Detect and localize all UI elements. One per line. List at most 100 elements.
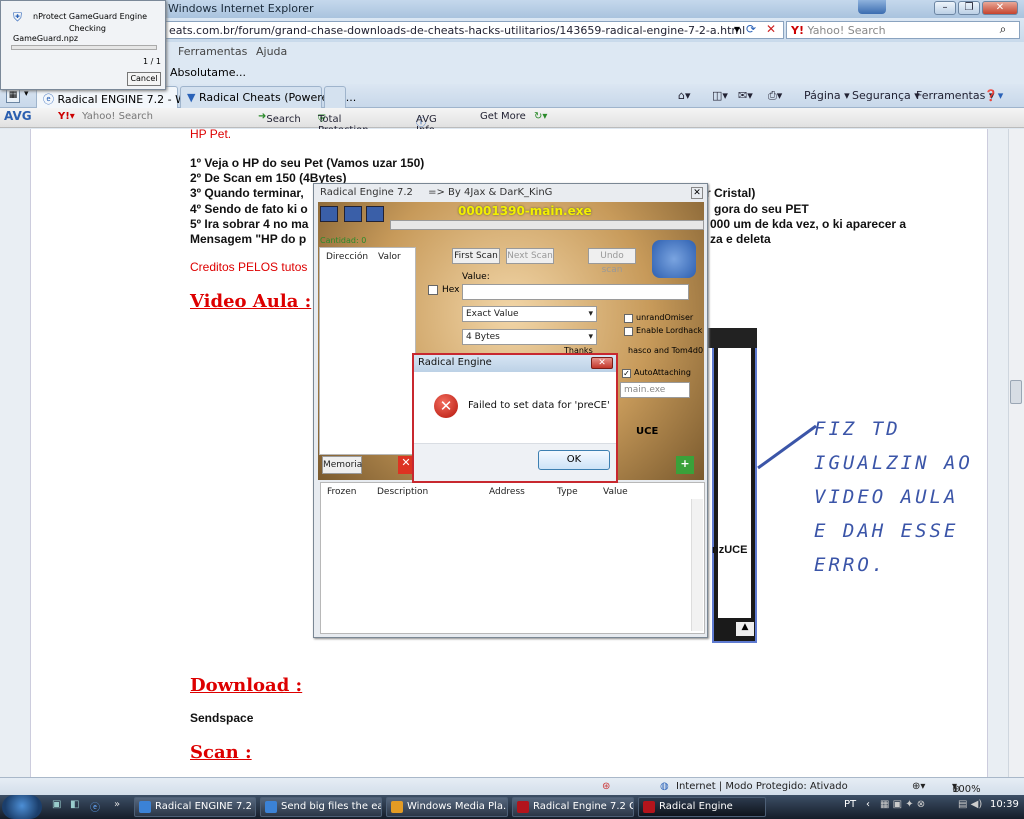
new-tab-button[interactable] (324, 86, 346, 108)
process-list-icon[interactable] (320, 206, 338, 222)
start-button[interactable] (2, 795, 42, 819)
first-scan-button[interactable]: First Scan (452, 248, 500, 264)
avg-logo[interactable]: AVG (4, 109, 32, 123)
video-aula-heading: Video Aula : (190, 291, 312, 312)
close-button[interactable]: ✕ (982, 1, 1018, 15)
window-controls: – ❐ ✕ (934, 1, 1018, 16)
show-desktop-icon[interactable]: ▣ (52, 799, 61, 810)
avg-toolbar: AVG Y!▾ Yahoo! Search ➜ Search ⛨ Total P… (0, 108, 1024, 147)
minimize-button[interactable]: – (934, 1, 956, 15)
internet-zone-icon: ◍ (660, 781, 669, 792)
ok-button[interactable]: OK (538, 450, 610, 470)
mail-icon[interactable]: ✉▾ (738, 89, 753, 102)
menu-ferramentas-cmd[interactable]: Ferramentas ▾ (916, 89, 994, 102)
address-bar[interactable]: eats.com.br/forum/grand-chase-downloads-… (164, 21, 784, 39)
credits-text: Creditos PELOS tutos (190, 260, 308, 274)
memoria-button[interactable]: Memoria (322, 456, 362, 474)
favorite-item[interactable]: Absolutame... (170, 66, 246, 79)
nprotect-progress (11, 45, 157, 50)
re-address-list[interactable]: Dirección Valor (319, 247, 416, 455)
search-icon[interactable]: ⌕ (994, 21, 1012, 39)
ie-page-icon: ⓔ (43, 93, 54, 106)
step-4-tail: gora do seu PET (714, 202, 809, 216)
autoattach-checkbox[interactable]: ✓ (622, 369, 631, 378)
add-address-icon[interactable]: + (676, 456, 694, 474)
tab-radical-cheats[interactable]: ▼ Radical Cheats (Powered b... (180, 86, 356, 108)
side-window-up-button[interactable]: ▲ (736, 622, 754, 636)
menu-ferramentas[interactable]: Ferramentas (178, 45, 247, 58)
nprotect-status: Checking (69, 24, 106, 33)
quick-tabs-icon[interactable]: ▦ (6, 89, 20, 103)
get-more-button[interactable]: Get More (480, 111, 526, 122)
security-zone: Internet | Modo Protegido: Ativado (676, 781, 848, 792)
col-frozen: Frozen (327, 487, 357, 497)
attach-process-input[interactable]: main.exe (620, 382, 690, 398)
lordhack-checkbox[interactable] (624, 327, 633, 336)
taskbar-item-radical-engine-ie[interactable]: Radical ENGINE 7.2 ... (134, 797, 256, 817)
re-table-scrollbar[interactable] (691, 499, 703, 631)
taskbar-item-media-player[interactable]: Windows Media Pla... (386, 797, 508, 817)
undo-scan-button[interactable]: Undo scan (588, 248, 636, 275)
col-valor: Valor (378, 252, 401, 262)
save-icon[interactable] (366, 206, 384, 222)
error-icon: ✕ (434, 394, 458, 418)
refresh-icon[interactable]: ⟳ (742, 21, 760, 39)
taskbar-item-radical-engine-g[interactable]: Radical Engine 7.2 G... (512, 797, 634, 817)
addon-icon[interactable]: ⊕▾ (912, 781, 925, 792)
avg-search-input[interactable]: Yahoo! Search (82, 111, 153, 122)
value-type-select[interactable]: 4 Bytes ▾ (462, 329, 597, 345)
scrollbar-thumb[interactable] (1010, 380, 1022, 404)
sendspace-link[interactable]: Sendspace (190, 711, 253, 725)
print-icon[interactable]: ⎙▾ (768, 89, 782, 103)
feeds-icon[interactable]: ◫▾ (712, 89, 728, 102)
taskbar-item-radical-engine[interactable]: Radical Engine (638, 797, 766, 817)
switch-windows-icon[interactable]: ◧ (70, 799, 79, 810)
step-3: 3º Quando terminar, (190, 186, 304, 200)
value-input[interactable] (462, 284, 689, 300)
maximize-button[interactable]: ❐ (958, 1, 980, 15)
next-scan-button[interactable]: Next Scan (506, 248, 554, 264)
col-direccion: Dirección (326, 252, 369, 262)
home-icon[interactable]: ⌂▾ (678, 89, 691, 102)
tab-list-icon[interactable]: ▾ (24, 89, 29, 99)
avg-extra-icon[interactable]: ↻▾ (534, 111, 547, 122)
re-close-button[interactable]: ✕ (691, 187, 703, 199)
re-cheat-table[interactable]: Frozen Description Address Type Value (320, 482, 705, 634)
network-volume-icons[interactable]: ▤ ◀) (958, 799, 982, 810)
search-input[interactable]: Y! Yahoo! Search (786, 21, 1020, 39)
help-icon[interactable]: ❓▾ (984, 89, 1003, 102)
language-indicator[interactable]: PT (844, 799, 856, 810)
scan-heading: Scan : (190, 742, 252, 763)
avg-search-button[interactable]: ➜ Search (258, 111, 301, 125)
error-title-bar: Radical Engine (414, 355, 616, 372)
ie-quicklaunch-icon[interactable]: ⓔ (90, 799, 100, 814)
app-icon (643, 801, 655, 813)
ie-logo-icon (858, 0, 886, 14)
stop-icon[interactable]: ✕ (762, 21, 780, 39)
nprotect-cancel-button[interactable]: Cancel (127, 72, 161, 86)
quicklaunch-more-icon[interactable]: » (114, 799, 120, 810)
taskbar-item-sendspace[interactable]: Send big files the ea... (260, 797, 382, 817)
step-5: 5º Ira sobrar 4 no ma (190, 217, 309, 231)
hex-checkbox[interactable] (428, 285, 438, 295)
step-6: Mensagem "HP do p (190, 232, 307, 246)
autoattach-label: AutoAttaching (634, 368, 691, 377)
scan-type-select[interactable]: Exact Value ▾ (462, 306, 597, 322)
menu-seguranca[interactable]: Segurança ▾ (852, 89, 920, 102)
unrandomiser-checkbox[interactable] (624, 314, 633, 323)
tray-icons[interactable]: ▦ ▣ ✦ ⊗ (880, 799, 925, 810)
error-close-button[interactable]: ✕ (591, 357, 613, 369)
zoom-level[interactable]: ⊕ 100% ▾ (952, 781, 981, 795)
side-window-title (705, 328, 757, 348)
menu-pagina[interactable]: Página ▾ (804, 89, 850, 102)
menu-ajuda[interactable]: Ajuda (256, 45, 287, 58)
open-icon[interactable] (344, 206, 362, 222)
re-progress-bar (390, 220, 704, 230)
post-text-hp: HP Pet. (190, 127, 232, 141)
nprotect-window: ⛨ nProtect GameGuard Engine Checking Gam… (0, 0, 166, 90)
yahoo-icon: Y! (791, 24, 804, 37)
tray-expand-icon[interactable]: ‹ (866, 799, 870, 810)
clock[interactable]: 10:39 (990, 799, 1019, 810)
re-logo-icon (652, 240, 696, 278)
chevron-down-icon: ▾ (588, 332, 593, 342)
